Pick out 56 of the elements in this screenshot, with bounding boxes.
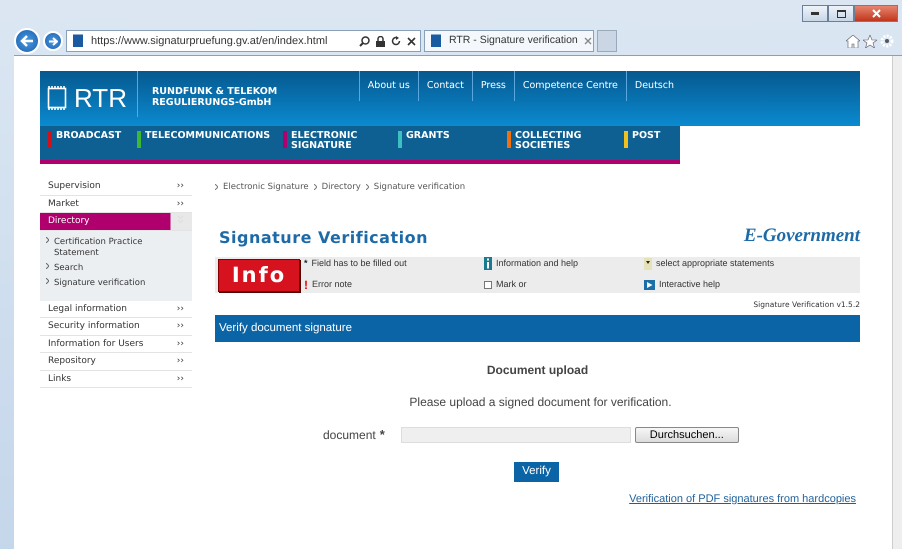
exclamation-symbol: !	[304, 276, 308, 294]
main-nav-item[interactable]: TELECOMMUNICATIONS	[129, 131, 275, 160]
e-government-logo: E-Government	[744, 224, 860, 248]
main-nav-item[interactable]: GRANTS	[390, 131, 499, 160]
hardcopy-verification-link[interactable]: Verification of PDF signatures from hardcopies	[629, 492, 856, 504]
chevron-marker: ››	[176, 302, 184, 315]
browser-tab[interactable]: RTR - Signature verification	[424, 30, 594, 52]
submenu-item[interactable]: Search	[40, 260, 192, 276]
top-nav-link[interactable]: Press	[472, 71, 514, 102]
legend-label: Information and help	[496, 257, 578, 270]
required-asterisk: *	[380, 426, 385, 444]
sidebar-item[interactable]: Repository ››	[40, 353, 192, 370]
chevron-marker: ››	[176, 372, 184, 385]
page-title: Signature Verification	[219, 227, 428, 250]
breadcrumb-link[interactable]: Signature verification	[374, 181, 466, 194]
chevron-marker: ››	[176, 320, 184, 332]
legend-label: Interactive help	[659, 278, 720, 291]
top-nav-link[interactable]: Competence Centre	[514, 71, 626, 102]
verify-button[interactable]: Verify	[514, 462, 559, 482]
chevron-marker: ››	[176, 338, 184, 350]
sidebar-item[interactable]: Supervision ››	[40, 178, 192, 196]
organization-name: RUNDFUNK & TELEKOM REGULIERUNGS-GmbH	[150, 85, 278, 109]
submenu-item[interactable]: Signature verification	[40, 276, 192, 290]
browse-button[interactable]: Durchsuchen...	[634, 426, 739, 442]
legend-label: Mark or	[496, 278, 527, 291]
top-nav-link[interactable]: Contact	[418, 71, 472, 102]
tab-title: RTR - Signature verification	[449, 33, 578, 48]
submenu-item[interactable]: Certification Practice Statement	[40, 234, 192, 260]
chevron-marker: ››	[176, 198, 184, 210]
breadcrumb-link[interactable]: Directory	[322, 181, 361, 194]
info-badge: Info	[218, 258, 300, 292]
sidebar-item[interactable]: Information for Users ››	[40, 336, 192, 353]
main-nav-item[interactable]: ELECTRONIC SIGNATURE	[275, 131, 390, 160]
sidebar-item[interactable]: Legal information ››	[40, 300, 192, 318]
breadcrumb-link[interactable]: Electronic Signature	[223, 181, 309, 194]
legend-label: Field has to be filled out	[312, 257, 407, 270]
main-nav-item[interactable]: COLLECTING SOCIETIES	[499, 131, 616, 160]
main-nav-item[interactable]: BROADCAST	[40, 131, 129, 160]
legend-label: select appropriate statements	[656, 257, 774, 270]
instruction-text: Please upload a signed document for verification.	[408, 394, 673, 411]
upload-heading: Document upload	[486, 362, 590, 379]
chevron-marker: ››	[176, 355, 184, 368]
top-nav-link[interactable]: Deutsch	[626, 71, 682, 102]
sidebar-item[interactable]: Security information ››	[40, 318, 192, 336]
section-header: Verify document signature	[215, 314, 860, 342]
top-nav-link[interactable]: About us	[358, 71, 418, 102]
logo-text: RTR	[74, 85, 127, 111]
legend-label: Error note	[312, 278, 352, 291]
address-text: https://www.signaturpruefung.gv.at/en/index.html	[91, 34, 328, 49]
asterisk-symbol: *	[304, 257, 308, 270]
sidebar-item[interactable]: Links ››	[40, 370, 192, 388]
field-label: document	[323, 426, 376, 444]
sidebar-item[interactable]: Directory	[40, 213, 192, 230]
address-bar[interactable]: https://www.signaturpruefung.gv.at/en/index.html	[66, 30, 421, 52]
main-nav-item[interactable]: POST	[616, 131, 680, 160]
chevron-marker: ››	[176, 180, 184, 192]
